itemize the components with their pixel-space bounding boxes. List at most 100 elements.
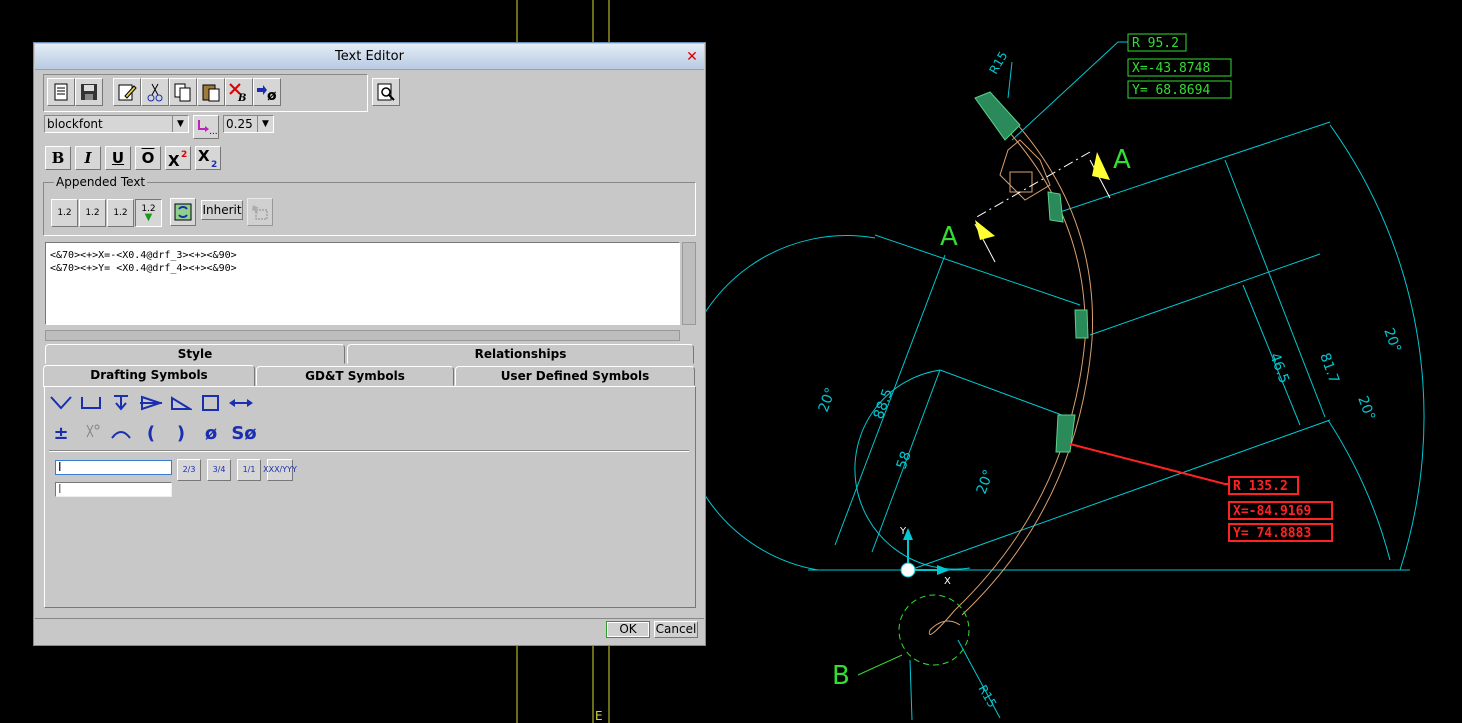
subscript-button[interactable]: X2 <box>195 146 221 170</box>
tab-relationships[interactable]: Relationships <box>347 344 694 364</box>
svg-text:20°: 20° <box>816 386 840 415</box>
tab-user-defined-symbols[interactable]: User Defined Symbols <box>455 366 695 386</box>
color-insert-button[interactable]: ... <box>193 115 219 139</box>
numerator-field[interactable]: I <box>55 460 172 475</box>
refresh-button[interactable] <box>170 198 196 226</box>
superscript-button[interactable]: X2 <box>165 146 191 170</box>
save-icon <box>81 84 97 100</box>
title-bar[interactable]: Text Editor ✕ <box>35 44 704 70</box>
section-arrow-top <box>1092 152 1110 180</box>
font-select[interactable]: blockfont ▼ <box>44 115 189 133</box>
fraction-two-thirds-button[interactable]: 2/3 <box>177 459 201 481</box>
copy-icon <box>174 83 191 102</box>
color-insert-icon: ... <box>198 120 217 136</box>
fraction-xxx-yyy-button[interactable]: XXX/YYY <box>263 459 297 481</box>
tab-gdt-symbols[interactable]: GD&T Symbols <box>256 366 454 386</box>
append-left-button[interactable]: 1.2 <box>51 199 78 227</box>
svg-text:2: 2 <box>181 150 187 160</box>
inherit-button[interactable]: Inherit <box>201 200 243 220</box>
select-object-button[interactable] <box>247 198 273 226</box>
section-label-top: A <box>1113 145 1131 175</box>
countersink-symbol-button[interactable] <box>49 391 73 415</box>
svg-text:Y: Y <box>899 526 907 537</box>
horizontal-scrollbar[interactable] <box>45 330 680 341</box>
ok-button[interactable]: OK <box>606 621 650 638</box>
fraction-two-thirds-label: 2/3 <box>182 465 196 474</box>
font-select-value: blockfont <box>47 117 103 131</box>
r15-bottom-leader2 <box>909 659 913 721</box>
tab-drafting-symbols[interactable]: Drafting Symbols <box>43 365 255 387</box>
close-paren-symbol-button[interactable]: ) <box>169 421 193 445</box>
insert-symbol-button[interactable]: ø <box>253 78 281 106</box>
insert-symbol-icon: ø <box>257 85 277 102</box>
select-object-icon <box>252 205 268 220</box>
depth-symbol-button[interactable] <box>109 391 133 415</box>
edit-icon <box>118 84 137 101</box>
superscript-icon: X2 <box>168 150 187 168</box>
tab-style[interactable]: Style <box>45 344 345 364</box>
conical-taper-symbol-button[interactable] <box>139 391 163 415</box>
part-geometry <box>954 95 1094 616</box>
underline-button[interactable]: U <box>105 146 131 170</box>
svg-text:X: X <box>198 148 210 165</box>
svg-text:58: 58 <box>894 449 915 471</box>
button-bar <box>35 618 704 642</box>
svg-text:46.5: 46.5 <box>1266 351 1292 386</box>
square-symbol-button[interactable] <box>199 391 223 415</box>
r15-bottom-label: R15 <box>975 683 999 710</box>
font-size-select[interactable]: 0.25 ▼ <box>223 115 274 133</box>
drafting-symbols-panel: ± ( ) ø Sø I I 2/3 3/4 1/1 XXX/YYY <box>44 386 696 608</box>
spherical-diameter-symbol-button[interactable]: Sø <box>229 421 259 445</box>
fraction-xxx-yyy-label: XXX/YYY <box>263 465 297 474</box>
r15-bottom-leader <box>957 639 1001 719</box>
italic-button[interactable]: I <box>75 146 101 170</box>
arc-length-arrow-symbol-button[interactable] <box>229 391 253 415</box>
append-above-button[interactable]: 1.2 <box>107 199 134 227</box>
new-file-icon <box>54 83 68 101</box>
double-arrow-icon <box>229 399 253 407</box>
overline-button[interactable]: O <box>135 146 161 170</box>
vertical-scrollbar[interactable] <box>682 242 696 325</box>
open-paren-symbol-button[interactable]: ( <box>139 421 163 445</box>
denominator-field[interactable]: I <box>55 482 172 497</box>
fraction-three-quarters-label: 3/4 <box>212 465 226 474</box>
detail-leader <box>857 654 903 676</box>
append-below-button[interactable]: 1.2 ▼ <box>135 199 162 227</box>
text-line-1: <&70><+>X=-<X0.4@drf_3><+><&90> <box>50 250 237 261</box>
append-right-label: 1.2 <box>85 208 100 218</box>
arc-symbol-button[interactable] <box>109 421 133 445</box>
preview-icon <box>377 83 395 101</box>
counterbore-symbol-button[interactable] <box>79 391 103 415</box>
svg-text:B: B <box>237 93 246 102</box>
square-icon <box>202 395 219 411</box>
counterbore-icon <box>81 397 101 409</box>
plus-minus-symbol-button[interactable]: ± <box>49 421 73 445</box>
append-right-button[interactable]: 1.2 <box>79 199 106 227</box>
fraction-stacked-button[interactable]: 1/1 <box>237 459 261 481</box>
dimension-text: 81.7 46.5 88.5 58 20° 20° 20° 20° <box>816 326 1404 496</box>
fraction-three-quarters-button[interactable]: 3/4 <box>207 459 231 481</box>
cut-symbol-button[interactable] <box>79 421 103 445</box>
section-line <box>974 151 1111 263</box>
slope-symbol-button[interactable] <box>169 391 193 415</box>
cut-button[interactable] <box>141 78 169 106</box>
close-button[interactable]: ✕ <box>685 50 699 64</box>
new-file-button[interactable] <box>47 78 75 106</box>
svg-text:81.7: 81.7 <box>1316 351 1342 386</box>
save-button[interactable] <box>75 78 103 106</box>
clear-format-icon: B <box>229 83 246 102</box>
bold-button[interactable]: B <box>45 146 71 170</box>
clear-format-button[interactable]: B <box>225 78 253 106</box>
svg-text:20°: 20° <box>974 468 998 497</box>
preview-button[interactable] <box>372 78 400 106</box>
panel-divider <box>49 450 689 452</box>
svg-text:X: X <box>944 576 951 587</box>
edit-button[interactable] <box>113 78 141 106</box>
paste-button[interactable] <box>197 78 225 106</box>
copy-button[interactable] <box>169 78 197 106</box>
text-input-area[interactable]: <&70><+>X=-<X0.4@drf_3><+><&90> <&70><+>… <box>45 242 680 325</box>
diameter-symbol-button[interactable]: ø <box>199 421 223 445</box>
part-hook <box>928 609 961 635</box>
red-label-text: R 135.2 X=-84.9169 Y= 74.8883 <box>1233 479 1311 541</box>
cancel-button[interactable]: Cancel <box>654 621 698 638</box>
